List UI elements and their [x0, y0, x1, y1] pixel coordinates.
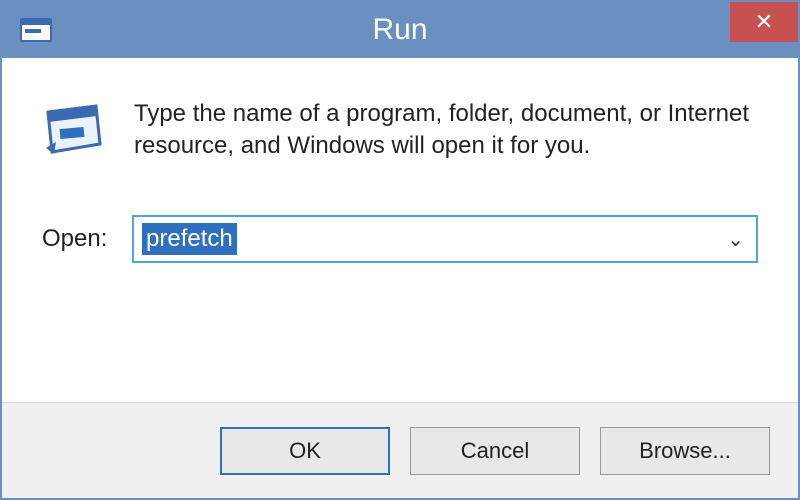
close-icon: ✕ [755, 9, 773, 35]
button-bar: OK Cancel Browse... [2, 402, 798, 498]
ok-button-label: OK [289, 438, 321, 464]
run-icon [42, 104, 106, 165]
browse-button-label: Browse... [639, 438, 731, 464]
open-input-value: prefetch [142, 223, 237, 256]
open-combobox[interactable]: prefetch ⌄ [132, 215, 758, 263]
run-dialog-window: Run ✕ Type the name of a program, folder… [0, 0, 800, 500]
run-titlebar-icon [20, 16, 52, 44]
client-area: Type the name of a program, folder, docu… [2, 58, 798, 402]
window-title: Run [372, 13, 427, 47]
cancel-button[interactable]: Cancel [410, 427, 580, 475]
close-button[interactable]: ✕ [730, 2, 798, 42]
cancel-button-label: Cancel [461, 438, 529, 464]
titlebar[interactable]: Run ✕ [2, 2, 798, 58]
description-row: Type the name of a program, folder, docu… [42, 98, 758, 165]
open-input-row: Open: prefetch ⌄ [42, 215, 758, 263]
open-label: Open: [42, 225, 112, 253]
chevron-down-icon[interactable]: ⌄ [727, 227, 744, 252]
description-text: Type the name of a program, folder, docu… [134, 98, 758, 163]
browse-button[interactable]: Browse... [600, 427, 770, 475]
ok-button[interactable]: OK [220, 427, 390, 475]
